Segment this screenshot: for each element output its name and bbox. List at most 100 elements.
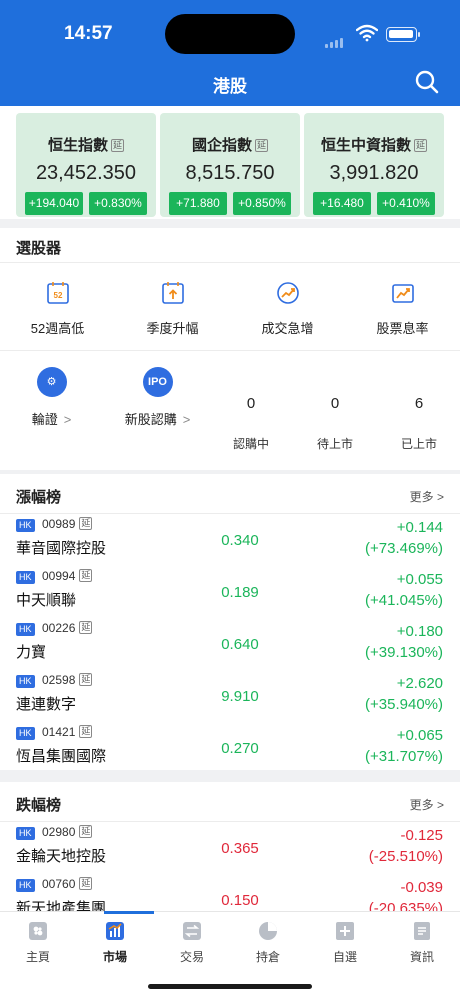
index-card-hscci[interactable]: 恒生中資指數延 3,991.820 +16.480 +0.410% [304,113,444,217]
tool-52-week-high-low[interactable]: 52 52週高低 [0,280,115,337]
stock-change: -0.125 [400,827,443,844]
table-row[interactable]: HK 00989 延 華音國際控股 0.340 +0.144 (+73.469%) [0,517,460,571]
tool-volume-surge[interactable]: 成交急增 [230,280,345,337]
stock-name: 連連數字 [16,696,77,713]
stock-change: +0.055 [396,571,443,588]
stock-change-pct: (-20.635%) [368,900,443,911]
more-link[interactable]: 更多 > [410,796,444,813]
cellular-signal-icon [325,30,345,48]
delay-tag: 延 [79,673,93,686]
stock-change-pct: (+31.707%) [365,748,443,765]
delay-tag: 延 [79,569,93,582]
tool-label: 成交急增 [261,321,314,336]
index-value: 23,452.350 [35,162,137,184]
stat-count: 0 [330,395,340,412]
search-icon[interactable] [414,69,440,95]
ipo-stat-pending[interactable]: 0 待上市 [295,395,375,452]
stock-name: 金輪天地控股 [16,848,107,865]
index-name: 恒生指數 [47,137,108,154]
stock-name: 恆昌集團國際 [16,748,107,765]
table-row[interactable]: HK 00994 延 中天順聯 0.189 +0.055 (+41.045%) [0,569,460,623]
market-badge: HK [16,623,35,636]
delay-tag: 延 [79,517,93,530]
calendar-52-icon: 52 [46,282,69,304]
ipo-stat-listed[interactable]: 6 已上市 [379,395,459,452]
index-card-hsi[interactable]: 恒生指數延 23,452.350 +194.040 +0.830% [16,113,156,217]
tab-news[interactable]: 資訊 [384,920,460,965]
stock-change-pct: (-25.510%) [368,848,443,865]
stock-name: 力寶 [16,644,47,661]
stock-change-pct: (+41.045%) [365,592,443,609]
tab-watchlist[interactable]: 自選 [307,920,383,965]
warrants-link[interactable]: ⚙ 輪證 > [0,367,109,428]
market-badge: HK [16,827,35,840]
status-time: 14:57 [64,23,113,44]
warrant-gear-icon: ⚙ [36,367,67,397]
tab-trade[interactable]: 交易 [154,920,230,965]
tool-label: 季度升幅 [146,321,199,336]
news-doc-icon [414,922,430,940]
delay-tag: 延 [79,825,93,838]
delay-tag: 延 [255,139,269,152]
tab-label: 自選 [332,950,357,964]
divider [0,350,460,351]
stock-change: -0.039 [400,879,443,896]
bottom-tab-bar: 主頁 市場 交易 持倉 自選 資訊 [0,911,460,999]
section-title: 漲幅榜 [16,489,62,506]
tab-label: 資訊 [409,950,434,964]
stock-change-pct: (+35.940%) [365,696,443,713]
market-chart-icon [106,922,124,940]
index-change: +16.480 [313,192,371,215]
more-link[interactable]: 更多 > [410,488,444,505]
stock-code: 02598 [42,673,76,687]
table-row[interactable]: HK 00760 延 新天地產集團 0.150 -0.039 (-20.635%) [0,877,460,911]
top-losers-section: 跌幅榜 更多 > HK 02980 延 金輪天地控股 0.365 -0.125 (-… [0,782,460,911]
calendar-up-icon [161,282,184,304]
index-change-pct: +0.830% [89,192,147,215]
stock-picker-section: 選股器 52 52週高低 季度升幅 成交急增 股票息率 ⚙ 輪證 > IPO 新… [0,228,460,470]
index-change-pct: +0.410% [377,192,435,215]
section-title: 跌幅榜 [16,797,62,814]
divider [0,262,460,263]
tab-holdings[interactable]: 持倉 [230,920,306,965]
delay-tag: 延 [79,877,93,890]
index-cards: 恒生指數延 23,452.350 +194.040 +0.830% 國企指數延 … [0,106,460,219]
delay-tag: 延 [111,139,125,152]
stock-code: 01421 [42,725,76,739]
chevron-right-icon: > [182,412,191,427]
stock-code: 00226 [42,621,76,635]
stock-price: 0.189 [221,584,259,601]
tab-market[interactable]: 市場 [77,920,153,965]
index-card-hscei[interactable]: 國企指數延 8,515.750 +71.880 +0.850% [160,113,300,217]
wifi-icon [356,24,378,42]
stat-count: 6 [414,395,424,412]
stock-change: +0.180 [396,623,443,640]
delay-tag: 延 [79,725,93,738]
ipo-stat-subscribing[interactable]: 0 認購中 [211,395,291,452]
stock-code: 00760 [42,877,76,891]
table-row[interactable]: HK 01421 延 恆昌集團國際 0.270 +0.065 (+31.707%) [0,725,460,779]
index-value: 8,515.750 [185,162,275,184]
stock-code: 00989 [42,517,76,531]
tool-dividend-yield[interactable]: 股票息率 [345,280,460,337]
index-value: 3,991.820 [329,162,419,184]
tool-quarterly-gain[interactable]: 季度升幅 [115,280,230,337]
market-badge: HK [16,727,35,740]
ipo-label: 新股認購 [124,412,177,427]
tab-home[interactable]: 主頁 [0,920,76,965]
index-change: +71.880 [169,192,227,215]
chart-up-circle-icon [276,282,299,304]
table-row[interactable]: HK 02598 延 連連數字 9.910 +2.620 (+35.940%) [0,673,460,727]
index-change: +194.040 [25,192,83,215]
stock-price: 0.270 [221,740,259,757]
stock-price: 9.910 [221,688,259,705]
page-title: 港股 [213,77,247,96]
table-row[interactable]: HK 02980 延 金輪天地控股 0.365 -0.125 (-25.510%) [0,825,460,879]
plus-square-icon [336,922,354,940]
tab-label: 持倉 [255,950,280,964]
home-indicator [148,984,312,989]
tab-label: 交易 [179,950,204,964]
table-row[interactable]: HK 00226 延 力寶 0.640 +0.180 (+39.130%) [0,621,460,675]
dynamic-island [165,14,295,54]
ipo-subscription-link[interactable]: IPO 新股認購 > [100,367,215,428]
